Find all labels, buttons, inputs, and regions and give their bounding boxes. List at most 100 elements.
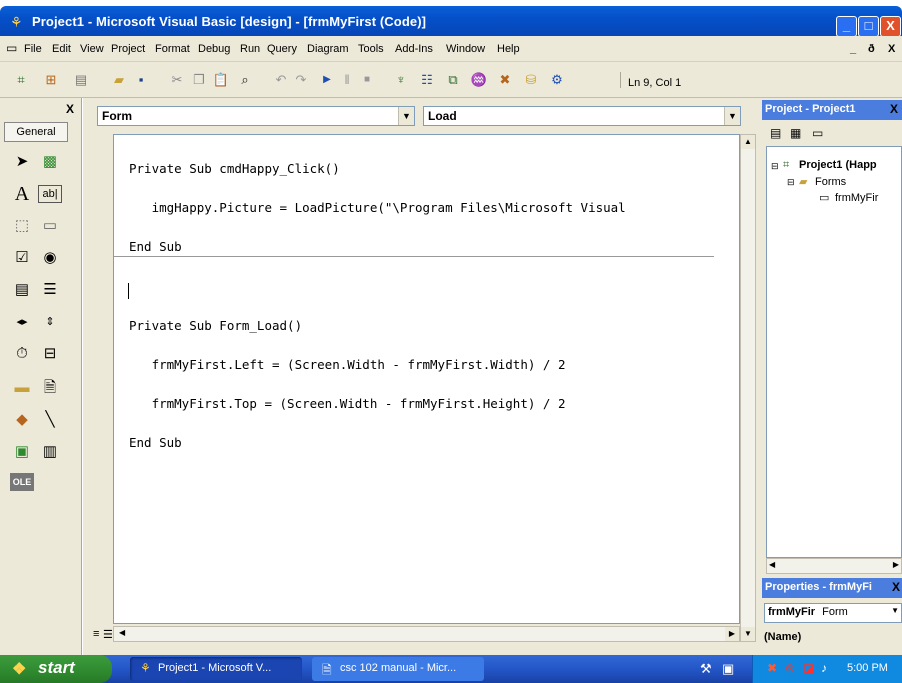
label-icon[interactable]: A	[10, 182, 34, 206]
menu-query[interactable]: Query	[267, 43, 297, 55]
scroll-down-icon[interactable]: ▼	[741, 627, 755, 641]
scroll-up-icon[interactable]: ▲	[741, 135, 755, 149]
view-code-icon[interactable]: ▤	[770, 126, 781, 140]
form-layout-icon[interactable]: ⧉	[444, 71, 462, 89]
properties-object-combo[interactable]: frmMyFir Form ▼	[764, 603, 902, 623]
tree-form-item[interactable]: frmMyFir	[835, 192, 878, 204]
undo-icon[interactable]: ↶	[272, 71, 290, 89]
data-icon[interactable]: ▥	[38, 440, 62, 464]
menu-run[interactable]: Run	[240, 43, 260, 55]
view-object-icon[interactable]: ▦	[790, 126, 801, 140]
project-panel-close-button[interactable]: X	[890, 102, 898, 116]
tree-project[interactable]: Project1 (Happ	[799, 159, 877, 171]
title-bar[interactable]: ⚘ Project1 - Microsoft Visual Basic [des…	[0, 6, 902, 37]
menu-view[interactable]: View	[80, 43, 104, 55]
chevron-down-icon[interactable]: ▼	[398, 107, 414, 125]
menu-addins[interactable]: Add-Ins	[395, 43, 433, 55]
find-icon[interactable]: ⌕	[236, 71, 254, 89]
checkbox-icon[interactable]: ☑	[10, 246, 34, 270]
project-explorer-icon[interactable]: ♆	[392, 71, 410, 89]
end-icon[interactable]: ■	[358, 71, 376, 89]
mdi-restore-button[interactable]: ð	[868, 43, 875, 55]
save-icon[interactable]: ▪	[132, 71, 150, 89]
scroll-left-icon[interactable]: ◀	[769, 560, 775, 569]
procedure-combo[interactable]: Load ▼	[423, 106, 741, 126]
scroll-right-icon[interactable]: ▶	[725, 627, 739, 641]
mdi-close-button[interactable]: X	[888, 43, 895, 55]
line-icon[interactable]: ╲	[38, 408, 62, 432]
menu-project[interactable]: Project	[111, 43, 145, 55]
close-button[interactable]: X	[880, 16, 901, 37]
scroll-right-icon[interactable]: ▶	[893, 560, 899, 569]
code-text[interactable]: Private Sub cmdHappy_Click() imgHappy.Pi…	[114, 139, 714, 491]
tray-antivirus-icon[interactable]: ◪	[803, 661, 814, 675]
tray-display-icon[interactable]: ▣	[722, 661, 734, 677]
menu-help[interactable]: Help	[497, 43, 520, 55]
picturebox-icon[interactable]: ▩	[38, 150, 62, 174]
tray-volume-icon[interactable]: ♪	[821, 661, 827, 675]
chevron-down-icon[interactable]: ▼	[891, 606, 899, 615]
image-icon[interactable]: ▣	[10, 440, 34, 464]
component-manager-icon[interactable]: ⚙	[548, 71, 566, 89]
menu-tools[interactable]: Tools	[358, 43, 384, 55]
frame-icon[interactable]: ⬚	[10, 214, 34, 238]
combobox-icon[interactable]: ▤	[10, 278, 34, 302]
horizontal-scrollbar[interactable]: ▶	[113, 626, 740, 642]
timer-icon[interactable]: ⏱	[10, 342, 34, 366]
menu-window[interactable]: Window	[446, 43, 485, 55]
shape-icon[interactable]: ◆	[10, 408, 34, 432]
menu-diagram[interactable]: Diagram	[307, 43, 349, 55]
tree-forms-folder[interactable]: Forms	[815, 176, 846, 188]
collapse-icon[interactable]: ⊟	[771, 161, 779, 172]
object-browser-icon[interactable]: ♒	[470, 71, 488, 89]
start-icon[interactable]: ▶	[318, 71, 336, 89]
vertical-scrollbar[interactable]: ▲ ▼	[740, 134, 756, 642]
redo-icon[interactable]: ↷	[292, 71, 310, 89]
menu-format[interactable]: Format	[155, 43, 190, 55]
properties-first-row[interactable]: (Name)	[764, 631, 801, 643]
minimize-button[interactable]: _	[836, 16, 857, 37]
filelistbox-icon[interactable]: 🗎	[38, 376, 62, 400]
drivelistbox-icon[interactable]: ⊟	[38, 342, 62, 366]
ole-icon[interactable]: OLE	[10, 473, 34, 491]
procedure-view-icon[interactable]: ≡	[93, 628, 99, 640]
hscrollbar-icon[interactable]: ◂▸	[10, 310, 34, 334]
start-button[interactable]: ❖ start	[0, 655, 112, 683]
copy-icon[interactable]: ❐	[190, 71, 208, 89]
code-editor[interactable]: Private Sub cmdHappy_Click() imgHappy.Pi…	[113, 134, 740, 624]
toolbox-tab-general[interactable]: General	[4, 122, 68, 142]
tray-security-icon[interactable]: ⊗	[785, 661, 795, 675]
listbox-icon[interactable]: ☰	[38, 278, 62, 302]
paste-icon[interactable]: 📋	[212, 71, 230, 89]
toggle-folders-icon[interactable]: ▭	[812, 126, 823, 140]
optionbutton-icon[interactable]: ◉	[38, 246, 62, 270]
tray-tool-icon[interactable]: ⚒	[700, 661, 712, 677]
vscrollbar-icon[interactable]: ⇕	[38, 310, 62, 334]
commandbutton-icon[interactable]: ▭	[38, 214, 62, 238]
properties-icon[interactable]: ☷	[418, 71, 436, 89]
add-form-icon[interactable]: ⊞	[42, 71, 60, 89]
full-module-view-icon[interactable]: ☰	[103, 628, 113, 641]
taskbar-task-vb[interactable]: ⚘ Project1 - Microsoft V...	[130, 657, 302, 681]
menu-editor-icon[interactable]: ▤	[72, 71, 90, 89]
textbox-icon[interactable]: ab|	[38, 185, 62, 203]
menu-debug[interactable]: Debug	[198, 43, 230, 55]
tree-horizontal-scrollbar[interactable]: ◀ ▶	[766, 558, 902, 574]
toolbox-close-button[interactable]: X	[66, 102, 74, 116]
mdi-minimize-button[interactable]: _	[850, 43, 856, 55]
taskbar-task-word[interactable]: 🗎 csc 102 manual - Micr...	[312, 657, 484, 681]
pointer-icon[interactable]: ➤	[10, 150, 34, 174]
properties-panel-close-button[interactable]: X	[892, 580, 900, 594]
object-combo[interactable]: Form ▼	[97, 106, 415, 126]
collapse-icon[interactable]: ⊟	[787, 177, 795, 188]
cut-icon[interactable]: ✂	[168, 71, 186, 89]
maximize-button[interactable]: □	[858, 16, 879, 37]
tray-network-icon[interactable]: ✖	[767, 661, 777, 675]
break-icon[interactable]: ‖	[338, 71, 356, 89]
menu-edit[interactable]: Edit	[52, 43, 71, 55]
dirlistbox-icon[interactable]: ▬	[10, 376, 34, 400]
data-view-icon[interactable]: ⛁	[522, 71, 540, 89]
scroll-left-icon[interactable]: ◀	[119, 628, 125, 637]
menu-file[interactable]: File	[24, 43, 42, 55]
add-project-icon[interactable]: ⌗	[12, 71, 30, 89]
